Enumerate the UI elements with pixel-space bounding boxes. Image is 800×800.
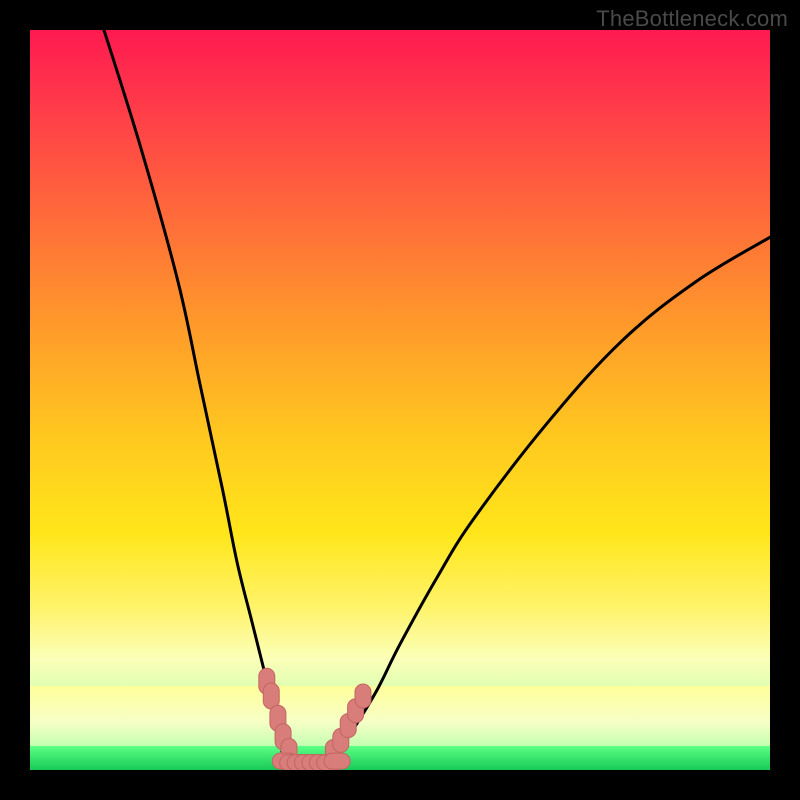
outer-frame: TheBottleneck.com	[0, 0, 800, 800]
series-left-curve	[104, 30, 296, 763]
plot-area	[30, 30, 770, 770]
watermark-text: TheBottleneck.com	[596, 6, 788, 32]
marker-valley-7	[324, 753, 350, 769]
series-right-curve	[326, 237, 770, 762]
curve-overlay	[30, 30, 770, 770]
marker-right-4	[355, 684, 371, 708]
